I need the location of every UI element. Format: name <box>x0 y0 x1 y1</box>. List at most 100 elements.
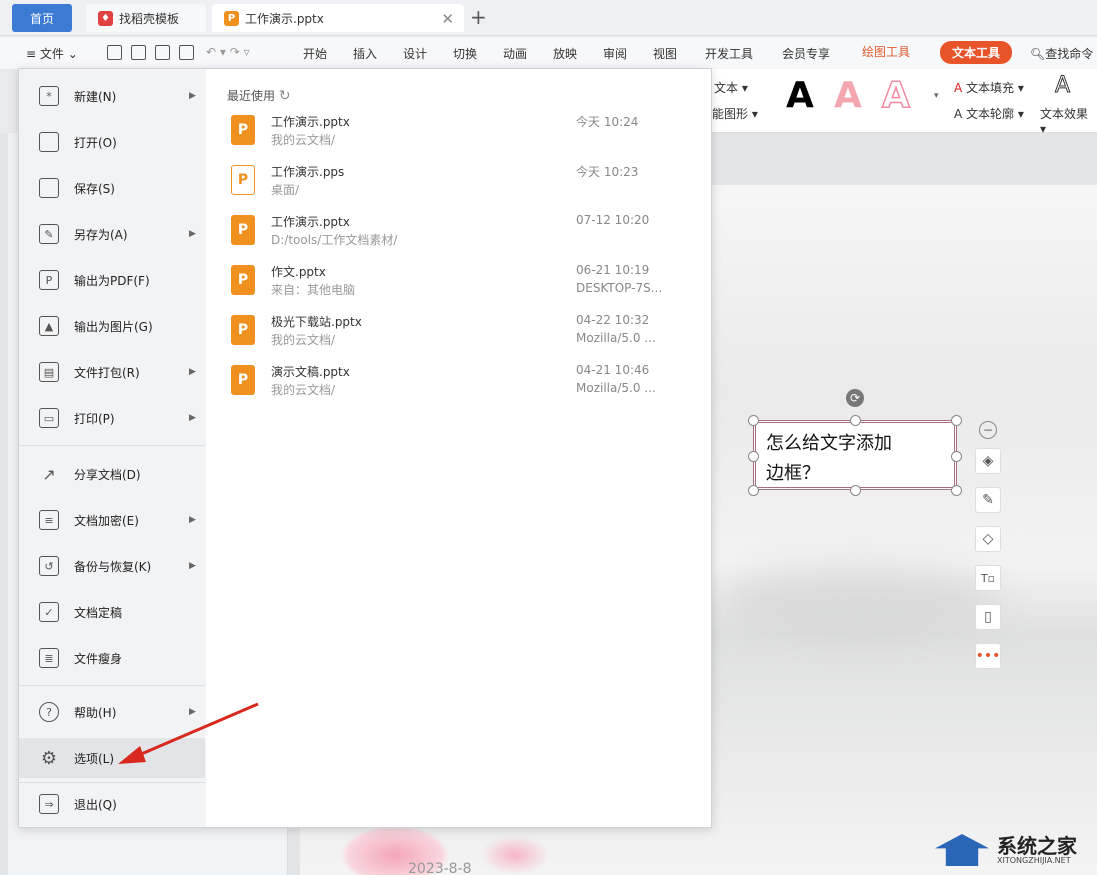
menu-item-design[interactable]: 设计 <box>403 45 427 62</box>
smart-shape-button[interactable]: 能图形 ▾ <box>712 105 758 122</box>
menu-item-package[interactable]: ▤ 文件打包(R) ▶ <box>19 352 205 392</box>
save-as-icon: ✎ <box>39 224 59 244</box>
preview-toolbar-icon[interactable] <box>179 45 194 60</box>
resize-handle[interactable] <box>951 451 962 462</box>
slide-textbox[interactable]: 怎么给文字添加 边框？ <box>753 420 957 490</box>
text-fill-button[interactable]: A 文本填充 ▾ <box>954 79 1024 96</box>
menu-item-developer[interactable]: 开发工具 <box>705 45 753 62</box>
text-outline-label: 文本轮廓 <box>966 107 1015 121</box>
menu-item-finalize[interactable]: ✓ 文档定稿 <box>19 592 205 632</box>
menu-item-export-image[interactable]: ▲ 输出为图片(G) <box>19 306 205 346</box>
recent-file-time: 今天 10:24 <box>576 115 639 129</box>
pptx-icon: P <box>224 10 239 26</box>
recent-file-path: 桌面/ <box>271 183 300 197</box>
menu-item-animation[interactable]: 动画 <box>503 45 527 62</box>
menu-item-save[interactable]: 保存(S) <box>19 168 205 208</box>
tab-document[interactable]: P 工作演示.pptx ✕ <box>212 4 464 32</box>
text-style-pink[interactable]: A <box>834 75 862 116</box>
pptx-file-icon: P <box>231 265 255 295</box>
text-wrap-icon[interactable]: T▫ <box>975 565 1001 591</box>
refresh-icon[interactable]: ↻ <box>279 88 291 104</box>
menu-item-member[interactable]: 会员专享 <box>782 45 830 62</box>
chevron-right-icon: ▶ <box>189 367 196 377</box>
menu-item-review[interactable]: 审阅 <box>603 45 627 62</box>
recent-file-time: 04-22 10:32 <box>576 313 650 327</box>
menu-item-print[interactable]: ▭ 打印(P) ▶ <box>19 398 205 438</box>
menu-bar: ≡ 文件 ⌄ ↶ ▾ ↷ ▿ 开始 插入 设计 切换 动画 放映 审阅 视图 开… <box>0 37 1097 69</box>
rotate-handle-icon[interactable]: ⟳ <box>846 389 864 407</box>
pptx-file-icon: P <box>231 115 255 145</box>
text-style-black[interactable]: A <box>786 75 814 116</box>
menu-label: 文档加密(E) <box>74 513 139 528</box>
menu-item-slideshow[interactable]: 放映 <box>553 45 577 62</box>
text-style-outline[interactable]: A <box>881 74 910 117</box>
print-toolbar-icon[interactable] <box>155 45 170 60</box>
menu-item-insert[interactable]: 插入 <box>353 45 377 62</box>
menu-item-view[interactable]: 视图 <box>653 45 677 62</box>
tab-template[interactable]: ♦ 找稻壳模板 <box>86 4 206 32</box>
collapse-toolbar-icon[interactable]: − <box>979 421 997 439</box>
chevron-right-icon: ▶ <box>189 229 196 239</box>
menu-label: 分享文档(D) <box>74 467 141 482</box>
gear-icon: ⚙ <box>40 747 58 769</box>
add-tab-button[interactable]: + <box>470 6 487 28</box>
menu-label: 选项(L) <box>74 751 115 766</box>
textbox-label: 文本 <box>714 81 739 95</box>
resize-handle[interactable] <box>748 451 759 462</box>
recent-file-item[interactable]: P 工作演示.pptx D:/tools/工作文档素材/ 07-12 10:20 <box>231 211 701 257</box>
tab-home[interactable]: 首页 <box>12 4 72 32</box>
recent-file-time: 今天 10:23 <box>576 165 639 179</box>
menu-item-backup[interactable]: ↺ 备份与恢复(K) ▶ <box>19 546 205 586</box>
search-command[interactable]: 🔍︎查找命令 <box>1030 45 1093 62</box>
recent-file-item[interactable]: P 工作演示.pps 桌面/ 今天 10:23 <box>231 161 701 207</box>
menu-label: 输出为PDF(F) <box>74 273 150 288</box>
new-icon: * <box>39 86 59 106</box>
menu-item-new[interactable]: * 新建(N) ▶ <box>19 76 205 116</box>
recent-file-source: Mozilla/5.0 ... <box>576 381 656 395</box>
recent-file-item[interactable]: P 作文.pptx 来自：其他电脑 06-21 10:19 DESKTOP-7S… <box>231 261 701 307</box>
chevron-right-icon: ▶ <box>189 515 196 525</box>
tab-text-tools[interactable]: 文本工具 <box>940 41 1013 64</box>
resize-handle[interactable] <box>951 415 962 426</box>
recent-file-name: 极光下载站.pptx <box>271 315 362 329</box>
resize-handle[interactable] <box>748 485 759 496</box>
save-toolbar-icon[interactable] <box>107 45 122 60</box>
recent-file-time: 06-21 10:19 <box>576 263 650 277</box>
brush-icon[interactable]: ✎ <box>975 487 1001 513</box>
more-icon[interactable]: ••• <box>975 643 1001 669</box>
recent-file-time: 04-21 10:46 <box>576 363 650 377</box>
menu-item-slim[interactable]: ≣ 文件瘦身 <box>19 638 205 678</box>
folder-icon <box>39 132 59 152</box>
resize-handle[interactable] <box>850 415 861 426</box>
menu-item-export-pdf[interactable]: P 输出为PDF(F) <box>19 260 205 300</box>
text-effect-icon: A <box>1054 73 1071 99</box>
menu-item-share[interactable]: ↗ 分享文档(D) <box>19 454 205 494</box>
border-icon[interactable]: ▯ <box>975 604 1001 630</box>
undo-icon[interactable]: ↶ ▾ ↷ ▿ <box>206 45 250 59</box>
text-outline-button[interactable]: A 文本轮廓 ▾ <box>954 105 1024 122</box>
close-tab-icon[interactable]: ✕ <box>441 10 454 28</box>
recent-file-item[interactable]: P 极光下载站.pptx 我的云文档/ 04-22 10:32 Mozilla/… <box>231 311 701 357</box>
slide-date: 2023-8-8 <box>408 861 472 875</box>
text-effect-button[interactable]: 文本效果 ▾ <box>1040 105 1097 136</box>
menu-item-exit[interactable]: ⇒ 退出(Q) <box>19 784 205 824</box>
file-menu-button[interactable]: ≡ 文件 ⌄ <box>26 45 78 62</box>
textbox-button[interactable]: 文本 ▾ <box>714 79 748 96</box>
export-toolbar-icon[interactable] <box>131 45 146 60</box>
fill-icon[interactable]: ◇ <box>975 526 1001 552</box>
menu-item-home[interactable]: 开始 <box>303 45 327 62</box>
menu-item-save-as[interactable]: ✎ 另存为(A) ▶ <box>19 214 205 254</box>
menu-item-encrypt[interactable]: ≡ 文档加密(E) ▶ <box>19 500 205 540</box>
package-icon: ▤ <box>39 362 59 382</box>
layers-icon[interactable]: ◈ <box>975 448 1001 474</box>
resize-handle[interactable] <box>748 415 759 426</box>
tab-draw-tools[interactable]: 绘图工具 <box>862 43 910 60</box>
style-expand-icon[interactable]: ▾ <box>934 91 939 101</box>
recent-file-item[interactable]: P 工作演示.pptx 我的云文档/ 今天 10:24 <box>231 111 701 157</box>
resize-handle[interactable] <box>850 485 861 496</box>
menu-item-transition[interactable]: 切换 <box>453 45 477 62</box>
menu-item-open[interactable]: 打开(O) <box>19 122 205 162</box>
resize-handle[interactable] <box>951 485 962 496</box>
save-icon <box>39 178 59 198</box>
recent-file-item[interactable]: P 演示文稿.pptx 我的云文档/ 04-21 10:46 Mozilla/5… <box>231 361 701 407</box>
